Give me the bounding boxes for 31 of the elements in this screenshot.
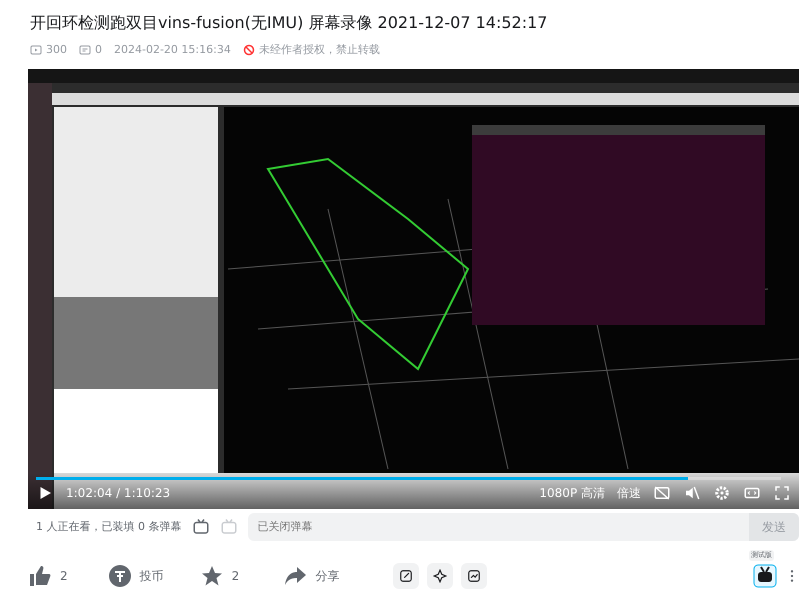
fullscreen-icon[interactable] [773, 484, 791, 502]
copyright-notice: 未经作者授权，禁止转载 [258, 42, 380, 58]
publish-date: 2024-02-20 15:16:34 [114, 42, 231, 58]
star-icon [200, 564, 224, 588]
share-button[interactable]: 分享 [283, 564, 340, 588]
danmaku-tv-icon[interactable] [192, 518, 210, 536]
edit-icon [399, 569, 414, 583]
comment-count: 0 [95, 42, 102, 58]
mute-icon[interactable] [683, 484, 701, 502]
view-count: 300 [46, 42, 67, 58]
robot-tv-icon[interactable] [753, 564, 777, 588]
coin-icon [108, 564, 132, 588]
comment-count-icon [79, 44, 91, 56]
viewer-count: 1 人正在看，已装填 0 条弹幕 [36, 518, 182, 535]
sparkle-button[interactable] [427, 563, 454, 589]
play-count-icon [30, 44, 42, 56]
like-button[interactable]: 2 [28, 564, 68, 588]
chart-button[interactable] [461, 563, 488, 589]
coin-button[interactable]: 投币 [108, 564, 164, 588]
star-button[interactable]: 2 [200, 564, 240, 588]
prohibited-icon [242, 44, 255, 56]
like-icon [28, 564, 52, 588]
sparkle-icon [433, 569, 448, 583]
edit-button[interactable] [393, 563, 420, 589]
playback-time: 1:02:04 / 1:10:23 [66, 485, 170, 502]
video-title: 开回环检测跑双目vins-fusion(无IMU) 屏幕录像 2021-12-07 14:52:17 [30, 12, 548, 34]
chart-icon [467, 569, 482, 583]
quality-button[interactable]: 1080P 高清 [539, 484, 605, 502]
speed-button[interactable]: 倍速 [617, 484, 641, 502]
settings-icon[interactable] [713, 484, 731, 502]
danmaku-off-icon[interactable] [653, 484, 671, 502]
